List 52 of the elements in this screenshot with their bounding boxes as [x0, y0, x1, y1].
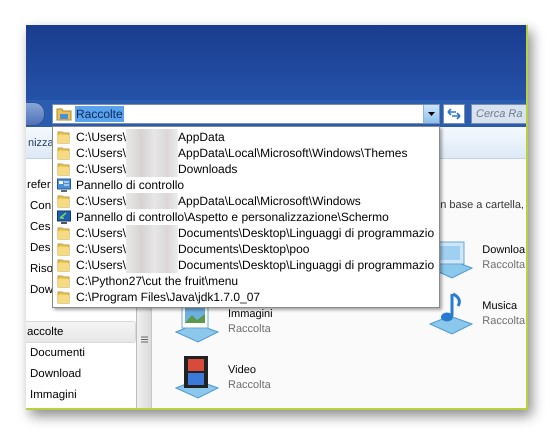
folder-icon	[57, 194, 71, 208]
history-path[interactable]: AppData\Local\Microsoft\Windows	[178, 194, 361, 208]
history-path[interactable]: AppData\Local\Microsoft\Windows\Themes	[178, 146, 408, 160]
address-text: Raccolte	[75, 106, 124, 122]
history-path[interactable]: Documents\Desktop\Linguaggi di programmazio	[178, 226, 434, 240]
history-path[interactable]: C:\Users\	[76, 130, 126, 144]
arrange-by-text: n base a cartella,	[440, 199, 525, 213]
history-path[interactable]: Documents\Desktop\poo	[178, 242, 310, 256]
folder-icon	[57, 290, 71, 304]
nav-item[interactable]: Immagini	[26, 385, 136, 406]
history-path[interactable]: C:\Users\	[76, 162, 126, 176]
dropdown-button[interactable]	[423, 104, 439, 122]
back-button[interactable]	[26, 102, 45, 126]
nav-group-header[interactable]: accolte	[26, 321, 136, 343]
library-title[interactable]: Video	[228, 364, 271, 376]
folder-icon	[57, 226, 71, 240]
history-path[interactable]: C:\Users\	[76, 226, 126, 240]
history-path[interactable]: Pannello di controllo\Aspetto e personalizzazione\Schermo	[76, 210, 389, 224]
history-path[interactable]: Documents\Desktop\Linguaggi di programmazio	[178, 258, 434, 272]
refresh-icon	[447, 108, 461, 120]
folder-icon	[57, 146, 71, 160]
library-subtitle: Raccolta	[228, 378, 271, 390]
library-folder-icon	[56, 106, 72, 120]
folder-icon	[57, 274, 71, 288]
address-field[interactable]: Raccolte	[52, 104, 440, 124]
folder-icon	[57, 162, 71, 176]
nav-item[interactable]: Download	[26, 364, 136, 385]
control-panel-icon	[57, 178, 71, 192]
refresh-button[interactable]	[443, 104, 465, 124]
history-path[interactable]: C:\Python27\cut the fruit\menu	[76, 274, 238, 288]
grip-icon	[140, 336, 148, 343]
history-path[interactable]: AppData	[178, 130, 225, 144]
library-subtitle: Raccolta	[482, 314, 526, 326]
library-title[interactable]: Musica	[482, 300, 526, 312]
nav-item[interactable]: Documenti	[26, 343, 136, 364]
folder-icon	[57, 258, 71, 272]
monitor-icon	[57, 210, 71, 224]
library-title[interactable]: Downloa	[482, 244, 526, 256]
history-path[interactable]: Pannello di controllo	[76, 178, 184, 192]
library-subtitle: Raccolta	[482, 258, 526, 270]
history-path[interactable]: C:\Users\	[76, 194, 126, 208]
library-title[interactable]: Immagini	[228, 308, 273, 320]
history-path[interactable]: C:\Users\	[76, 146, 126, 160]
history-path[interactable]: Downloads	[178, 162, 238, 176]
caret-icon	[428, 112, 435, 116]
history-path[interactable]: C:\Users\	[76, 242, 126, 256]
history-path[interactable]: C:\Program Files\Java\jdk1.7.0_07	[76, 290, 260, 304]
folder-icon	[57, 130, 71, 144]
library-subtitle: Raccolta	[228, 322, 272, 334]
folder-icon	[57, 242, 71, 256]
history-path[interactable]: C:\Users\	[76, 258, 126, 272]
search-field[interactable]: Cerca Ra	[471, 104, 526, 124]
